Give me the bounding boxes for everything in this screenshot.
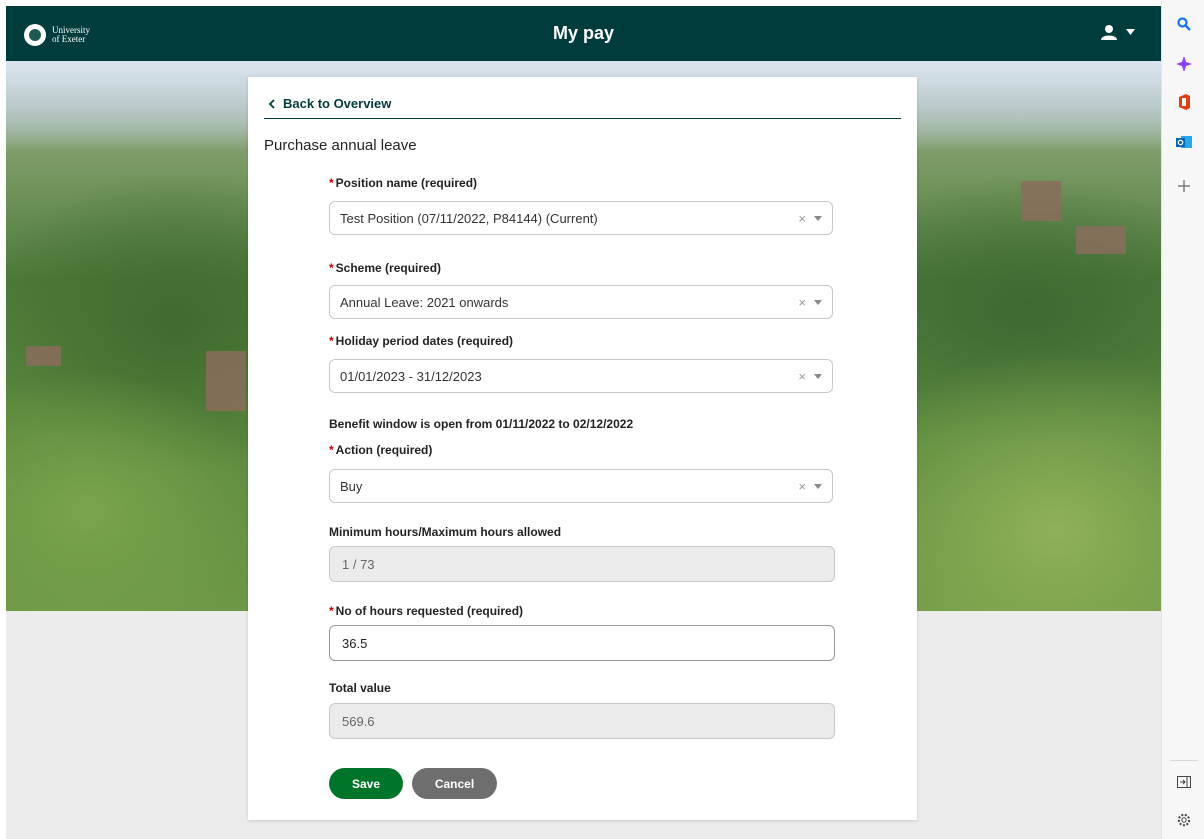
holiday-period-value: 01/01/2023 - 31/12/2023 bbox=[340, 368, 482, 384]
office-icon[interactable] bbox=[1174, 92, 1194, 112]
back-to-overview-link[interactable]: Back to Overview bbox=[268, 96, 391, 111]
required-asterisk: * bbox=[329, 176, 334, 190]
user-icon bbox=[1101, 25, 1117, 40]
holiday-period-select[interactable]: 01/01/2023 - 31/12/2023 × bbox=[329, 359, 833, 393]
required-asterisk: * bbox=[329, 443, 334, 457]
clear-icon[interactable]: × bbox=[798, 211, 806, 226]
action-value: Buy bbox=[340, 478, 363, 494]
chevron-down-icon[interactable] bbox=[814, 299, 822, 305]
min-max-hours-label: Minimum hours/Maximum hours allowed bbox=[329, 525, 562, 539]
sidebar-toggle-icon[interactable] bbox=[1174, 772, 1194, 792]
required-asterisk: * bbox=[329, 334, 334, 348]
hours-requested-label: * No of hours requested (required) bbox=[329, 604, 524, 618]
action-label: * Action (required) bbox=[329, 443, 433, 457]
purchase-leave-form-card: Back to Overview Purchase annual leave *… bbox=[248, 77, 917, 820]
copilot-icon[interactable] bbox=[1174, 54, 1194, 74]
cancel-button[interactable]: Cancel bbox=[412, 768, 497, 799]
total-value-label: Total value bbox=[329, 681, 391, 695]
clear-icon[interactable]: × bbox=[798, 479, 806, 494]
min-max-hours-field: 1 / 73 bbox=[329, 546, 835, 582]
add-icon[interactable] bbox=[1174, 176, 1194, 196]
scheme-label: * Scheme (required) bbox=[329, 261, 442, 275]
form-heading: Purchase annual leave bbox=[264, 137, 417, 154]
chevron-down-icon[interactable] bbox=[814, 483, 822, 489]
caret-down-icon bbox=[1126, 29, 1135, 35]
scheme-select[interactable]: Annual Leave: 2021 onwards × bbox=[329, 285, 833, 319]
clear-icon[interactable]: × bbox=[798, 369, 806, 384]
search-icon[interactable] bbox=[1174, 14, 1194, 34]
back-link-label: Back to Overview bbox=[283, 96, 392, 111]
save-button[interactable]: Save bbox=[329, 768, 403, 799]
settings-icon[interactable] bbox=[1174, 810, 1194, 830]
top-header: University of Exeter My pay bbox=[6, 6, 1161, 61]
user-menu-button[interactable] bbox=[1100, 24, 1135, 40]
holiday-period-label: * Holiday period dates (required) bbox=[329, 334, 514, 348]
action-select[interactable]: Buy × bbox=[329, 469, 833, 503]
hours-requested-input[interactable]: 36.5 bbox=[329, 625, 835, 661]
browser-sidebar bbox=[1161, 0, 1204, 839]
position-name-value: Test Position (07/11/2022, P84144) (Curr… bbox=[340, 210, 598, 226]
chevron-left-icon bbox=[268, 98, 275, 109]
benefit-window-info: Benefit window is open from 01/11/2022 t… bbox=[329, 417, 634, 431]
sidebar-divider bbox=[1170, 760, 1198, 761]
total-value-field: 569.6 bbox=[329, 703, 835, 739]
required-asterisk: * bbox=[329, 604, 334, 618]
clear-icon[interactable]: × bbox=[798, 295, 806, 310]
page-title: My pay bbox=[552, 23, 615, 43]
position-name-select[interactable]: Test Position (07/11/2022, P84144) (Curr… bbox=[329, 201, 833, 235]
outlook-icon[interactable] bbox=[1174, 132, 1194, 152]
chevron-down-icon[interactable] bbox=[814, 215, 822, 221]
position-name-label: * Position name (required) bbox=[329, 176, 478, 190]
scheme-value: Annual Leave: 2021 onwards bbox=[340, 294, 509, 310]
chevron-down-icon[interactable] bbox=[814, 373, 822, 379]
required-asterisk: * bbox=[329, 261, 334, 275]
divider bbox=[264, 118, 901, 119]
